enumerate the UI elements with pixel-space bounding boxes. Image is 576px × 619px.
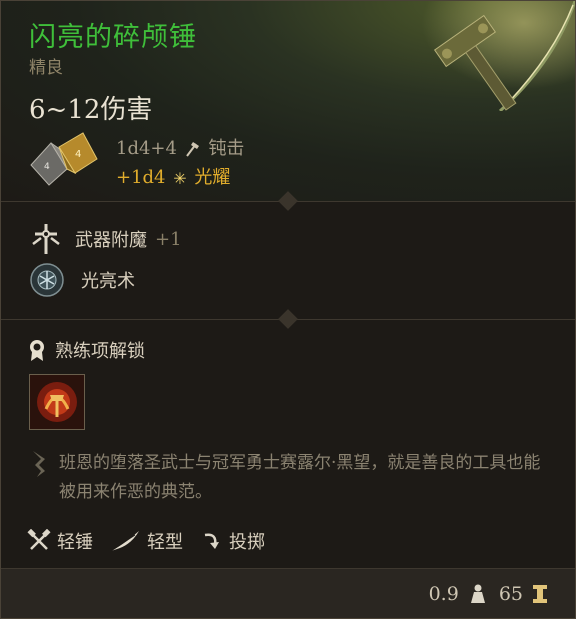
weapon-properties: 轻锤 轻型 投掷	[27, 528, 281, 554]
enchant-row: 武器附魔 +1	[29, 221, 182, 257]
bonus-damage-type: 光耀	[194, 167, 231, 188]
item-price: 65	[498, 583, 523, 605]
weapon-enchant-icon	[32, 224, 60, 254]
bonus-damage-dice: +1d4	[116, 167, 166, 188]
weapon-illustration-icon	[405, 1, 575, 111]
spell-name: 光亮术	[81, 271, 135, 292]
item-tooltip: 闪亮的碎颅锤 精良 6~12伤害 4 4 1d4+4 钝击 +1d4 ✳ 光耀	[0, 0, 576, 619]
concussive-smash-icon	[30, 375, 84, 429]
crossed-hammers-icon	[27, 529, 51, 550]
bludgeon-icon	[185, 142, 199, 157]
quill-icon	[33, 451, 45, 477]
base-damage-line: 1d4+4 钝击	[116, 134, 244, 160]
gold-coin-icon	[533, 585, 547, 603]
weight-icon	[470, 584, 485, 603]
footer-stats: 0.9 65	[429, 583, 549, 605]
lore-text: 班恩的堕落圣武士与冠军勇士赛露尔·黑望，就是善良的工具也能被用来作恶的典范。	[59, 453, 541, 502]
light-spell-icon	[30, 263, 64, 297]
property-light-hammer[interactable]: 轻锤	[27, 528, 93, 554]
tooltip-header: 闪亮的碎颅锤 精良 6~12伤害 4 4 1d4+4 钝击 +1d4 ✳ 光耀	[1, 1, 575, 202]
item-rarity: 精良	[29, 58, 63, 78]
spell-row[interactable]: 光亮术	[29, 262, 135, 298]
damage-range: 6~12伤害	[29, 95, 153, 125]
throw-icon	[204, 533, 219, 549]
property-light[interactable]: 轻型	[109, 528, 183, 554]
dice-icon: 4 4	[30, 132, 98, 186]
enchant-label: 武器附魔	[75, 230, 147, 251]
radiant-icon: ✳	[173, 168, 187, 188]
base-damage-dice: 1d4+4	[116, 138, 177, 159]
tooltip-footer: 0.9 65	[1, 568, 575, 618]
proficiency-action-icon[interactable]	[29, 374, 85, 430]
item-name: 闪亮的碎颅锤	[29, 22, 197, 53]
bonus-damage-line: +1d4 ✳ 光耀	[116, 163, 230, 189]
property-label: 投掷	[229, 532, 265, 553]
property-thrown[interactable]: 投掷	[199, 528, 265, 554]
proficiency-badge-icon	[30, 340, 44, 361]
section-divider-arrow	[278, 309, 298, 329]
svg-text:4: 4	[75, 149, 81, 160]
proficiency-row: 熟练项解锁	[27, 337, 145, 363]
item-weight: 0.9	[428, 583, 459, 605]
proficiency-label: 熟练项解锁	[55, 341, 145, 362]
property-label: 轻锤	[57, 532, 93, 553]
property-label: 轻型	[147, 532, 183, 553]
base-damage-type: 钝击	[208, 138, 245, 159]
feather-icon	[110, 531, 139, 552]
svg-text:4: 4	[44, 162, 50, 172]
enchant-bonus: +1	[155, 228, 182, 250]
